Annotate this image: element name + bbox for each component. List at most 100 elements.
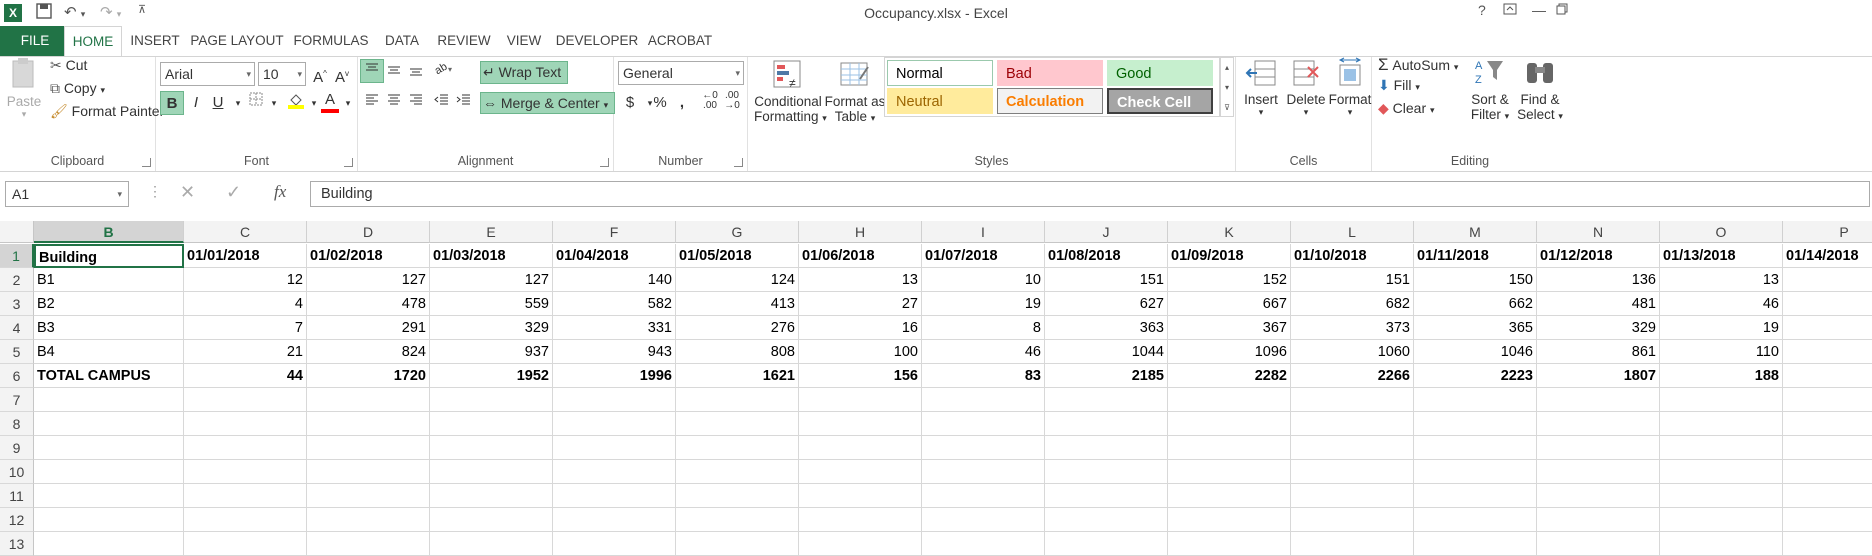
conditional-formatting-button[interactable]: ≠ Conditional Formatting ▾ [754, 59, 827, 124]
row-header-12[interactable]: 12 [0, 508, 34, 532]
cell-b10[interactable] [34, 460, 184, 484]
cell-e5[interactable]: 937 [430, 340, 553, 364]
cell-l3[interactable]: 682 [1291, 292, 1414, 316]
cell-p2[interactable] [1783, 268, 1872, 292]
cell-b13[interactable] [34, 532, 184, 556]
cell-e13[interactable] [430, 532, 553, 556]
cell-o8[interactable] [1660, 412, 1783, 436]
restore-icon[interactable] [1556, 2, 1568, 18]
enter-icon[interactable]: ✓ [226, 182, 241, 203]
cell-e2[interactable]: 127 [430, 268, 553, 292]
column-header-g[interactable]: G [676, 221, 799, 243]
cell-h10[interactable] [799, 460, 922, 484]
cell-l13[interactable] [1291, 532, 1414, 556]
cell-d8[interactable] [307, 412, 430, 436]
row-header-10[interactable]: 10 [0, 460, 34, 484]
cell-i1[interactable]: 01/07/2018 [922, 244, 1045, 268]
column-header-b[interactable]: B [34, 221, 184, 243]
cell-i3[interactable]: 19 [922, 292, 1045, 316]
style-normal[interactable]: Normal [887, 60, 993, 86]
cell-h8[interactable] [799, 412, 922, 436]
cell-p7[interactable] [1783, 388, 1872, 412]
cell-g7[interactable] [676, 388, 799, 412]
cell-n10[interactable] [1537, 460, 1660, 484]
cell-k13[interactable] [1168, 532, 1291, 556]
cell-o1[interactable]: 01/13/2018 [1660, 244, 1783, 268]
merge-center-button[interactable]: ⇔ Merge & Center ▾ [480, 92, 616, 114]
cell-e8[interactable] [430, 412, 553, 436]
cell-c7[interactable] [184, 388, 307, 412]
cell-f13[interactable] [553, 532, 676, 556]
cell-g4[interactable]: 276 [676, 316, 799, 340]
cell-i12[interactable] [922, 508, 1045, 532]
cell-i6[interactable]: 83 [922, 364, 1045, 388]
cell-c11[interactable] [184, 484, 307, 508]
cell-m4[interactable]: 365 [1414, 316, 1537, 340]
cut-button[interactable]: ✂ Cut [50, 57, 87, 74]
ribbon-display-icon[interactable] [1503, 2, 1517, 18]
cell-m12[interactable] [1414, 508, 1537, 532]
cell-d9[interactable] [307, 436, 430, 460]
undo-icon[interactable]: ↶ ▾ [64, 3, 85, 21]
column-header-j[interactable]: J [1045, 221, 1168, 243]
cell-l7[interactable] [1291, 388, 1414, 412]
redo-icon[interactable]: ↷ ▾ [100, 3, 121, 21]
styles-scroll[interactable]: ▴ ▾ ⊽ [1220, 57, 1234, 117]
decrease-font-icon[interactable]: Av [330, 62, 354, 86]
cell-f1[interactable]: 01/04/2018 [553, 244, 676, 268]
cell-h13[interactable] [799, 532, 922, 556]
cell-h9[interactable] [799, 436, 922, 460]
cell-c5[interactable]: 21 [184, 340, 307, 364]
cell-l2[interactable]: 151 [1291, 268, 1414, 292]
column-header-f[interactable]: F [553, 221, 676, 243]
find-select-button[interactable]: Find & Select ▾ [1516, 57, 1564, 122]
format-as-table-button[interactable]: Format as Table ▾ [824, 59, 886, 124]
formula-input[interactable]: Building [310, 181, 1870, 207]
column-header-c[interactable]: C [184, 221, 307, 243]
minimize-icon[interactable]: — [1532, 2, 1546, 18]
clipboard-launcher-icon[interactable] [142, 158, 151, 167]
row-header-5[interactable]: 5 [0, 340, 34, 364]
cell-m6[interactable]: 2223 [1414, 364, 1537, 388]
cell-n4[interactable]: 329 [1537, 316, 1660, 340]
cell-h6[interactable]: 156 [799, 364, 922, 388]
cell-c12[interactable] [184, 508, 307, 532]
copy-button[interactable]: ⧉ Copy ▾ [50, 80, 105, 97]
cell-j7[interactable] [1045, 388, 1168, 412]
cell-i8[interactable] [922, 412, 1045, 436]
cell-d6[interactable]: 1720 [307, 364, 430, 388]
row-header-13[interactable]: 13 [0, 532, 34, 556]
column-header-h[interactable]: H [799, 221, 922, 243]
tab-review[interactable]: REVIEW [434, 26, 494, 56]
cell-p4[interactable] [1783, 316, 1872, 340]
number-launcher-icon[interactable] [734, 158, 743, 167]
cell-f5[interactable]: 943 [553, 340, 676, 364]
cell-g11[interactable] [676, 484, 799, 508]
cell-b5[interactable]: B4 [34, 340, 184, 364]
cell-i13[interactable] [922, 532, 1045, 556]
cell-c9[interactable] [184, 436, 307, 460]
paste-button[interactable]: Paste ▾ [6, 57, 42, 120]
cell-n5[interactable]: 861 [1537, 340, 1660, 364]
cell-c3[interactable]: 4 [184, 292, 307, 316]
align-middle-icon[interactable] [382, 61, 406, 85]
cell-m9[interactable] [1414, 436, 1537, 460]
italic-button[interactable]: I [184, 91, 208, 115]
row-header-3[interactable]: 3 [0, 292, 34, 316]
select-all-corner[interactable] [0, 221, 34, 243]
cell-c10[interactable] [184, 460, 307, 484]
cell-m7[interactable] [1414, 388, 1537, 412]
cell-f4[interactable]: 331 [553, 316, 676, 340]
cell-k8[interactable] [1168, 412, 1291, 436]
cell-i11[interactable] [922, 484, 1045, 508]
delete-cells-button[interactable]: Delete ▾ [1284, 57, 1328, 118]
cell-o10[interactable] [1660, 460, 1783, 484]
cell-p9[interactable] [1783, 436, 1872, 460]
align-left-icon[interactable] [360, 91, 384, 115]
sort-filter-button[interactable]: AZ Sort & Filter ▾ [1466, 57, 1514, 122]
font-color-dropdown-icon[interactable]: ▾ [336, 91, 360, 115]
cell-l9[interactable] [1291, 436, 1414, 460]
tab-page-layout[interactable]: PAGE LAYOUT [190, 26, 284, 56]
cell-b1[interactable]: Building [34, 244, 184, 268]
cell-g12[interactable] [676, 508, 799, 532]
